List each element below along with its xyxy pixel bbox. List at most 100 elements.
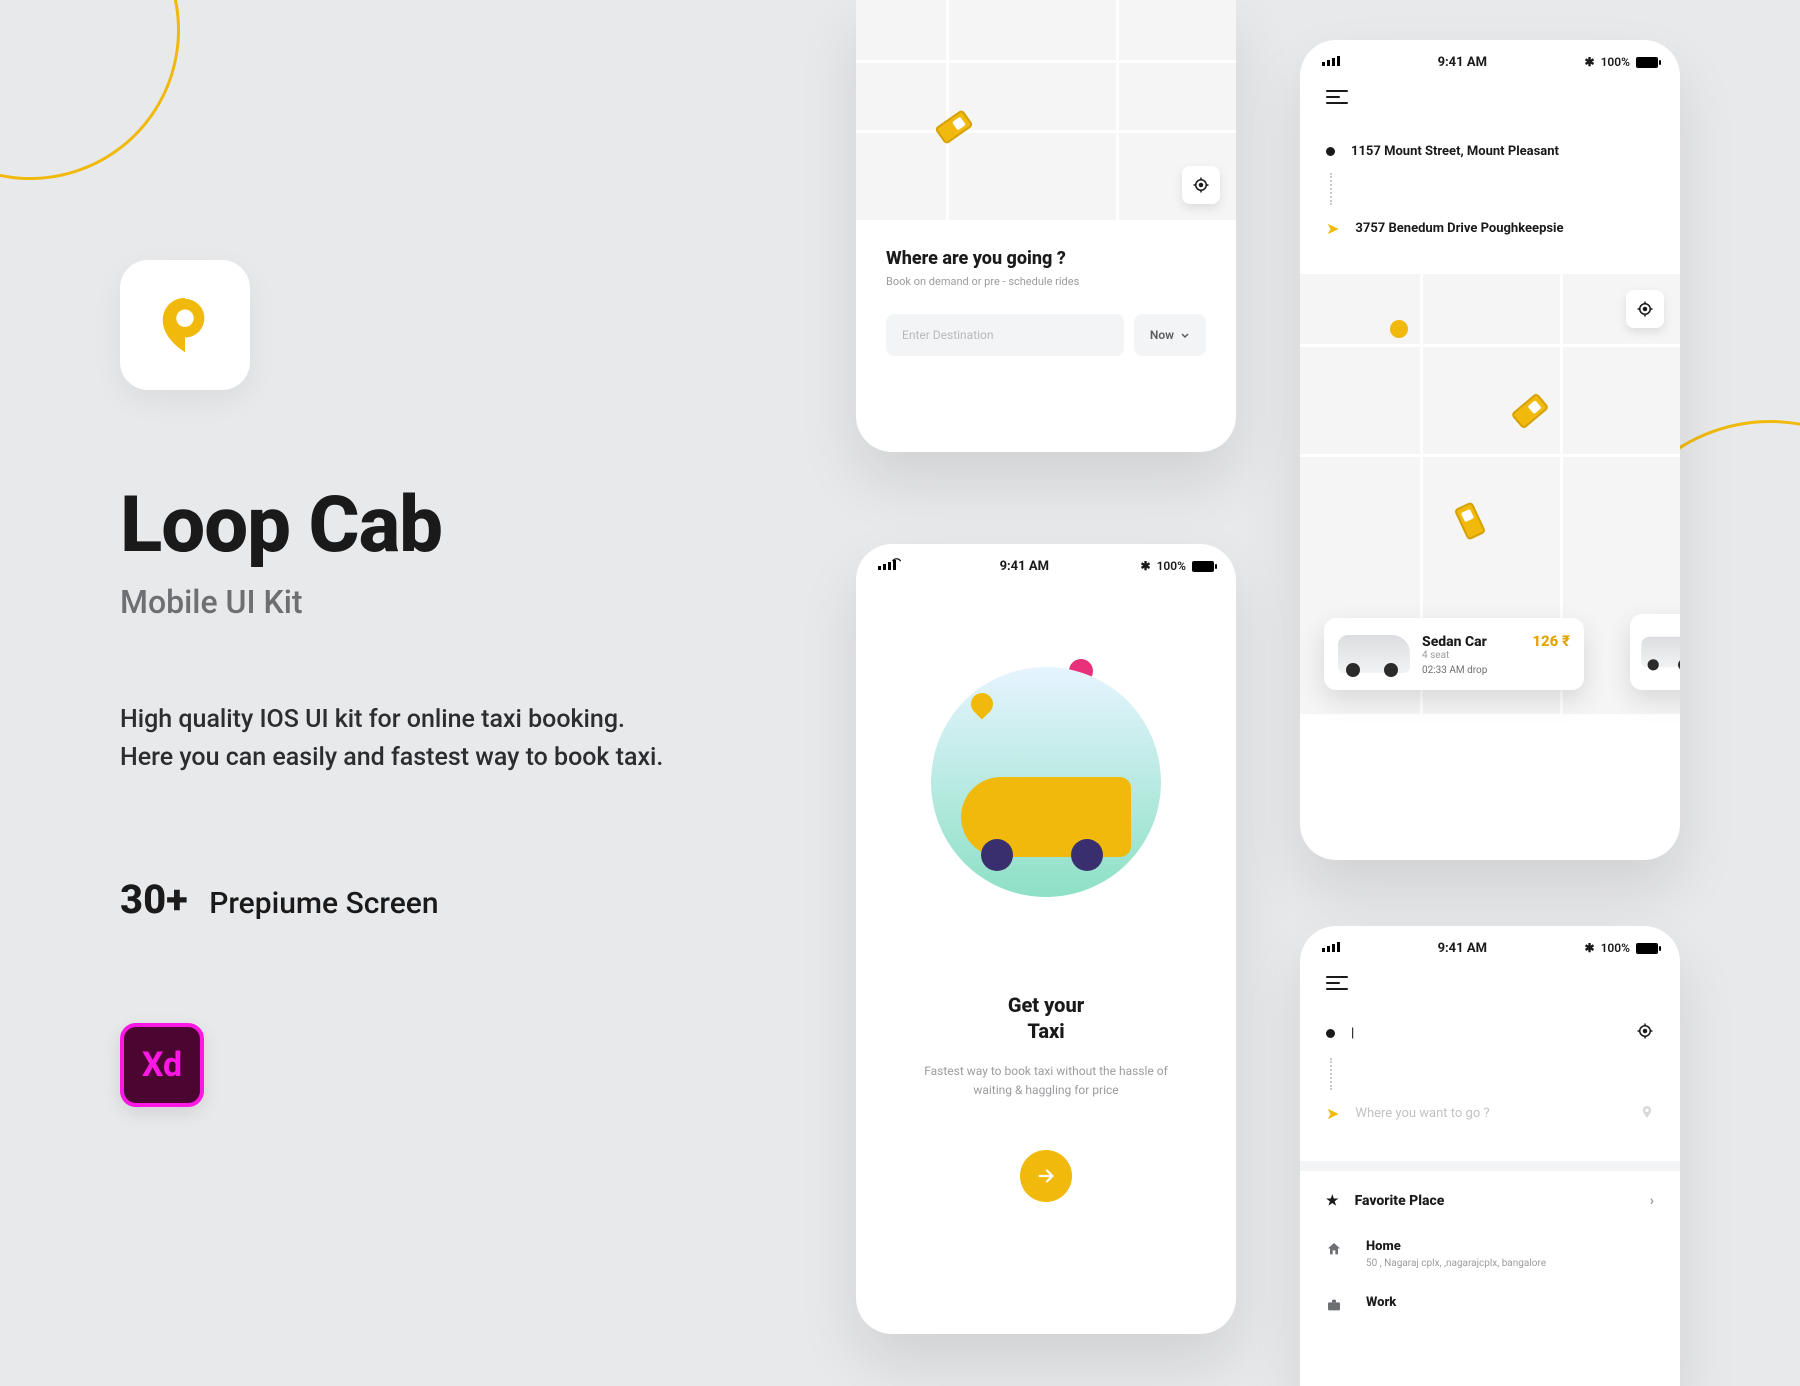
car-name: Sedan Car <box>1422 634 1487 650</box>
taxi-icon <box>934 109 973 145</box>
pin-yellow-icon <box>966 688 997 719</box>
product-subtitle: Mobile UI Kit <box>120 583 740 621</box>
product-title: Loop Cab <box>120 480 740 571</box>
place-address: 50 , Nagaraj cplx, ,nagarajcplx, bangalo… <box>1366 1258 1654 1269</box>
current-location-input[interactable]: | <box>1351 1026 1620 1041</box>
car-drop-time: 02:33 AM drop <box>1422 665 1570 676</box>
dot-icon <box>1326 147 1335 156</box>
hero-panel: Loop Cab Mobile UI Kit High quality IOS … <box>120 260 740 1107</box>
sheet-title: Where are you going ? <box>886 248 1206 269</box>
destination-row[interactable]: ➤ Where you want to go ? <box>1326 1090 1654 1137</box>
bluetooth-icon: ✱ <box>1585 941 1595 955</box>
battery-label: 100% <box>1601 55 1630 69</box>
battery-icon <box>1636 943 1658 954</box>
dot-icon <box>1326 1029 1335 1038</box>
crosshair-icon <box>1192 176 1210 194</box>
mockup-route-select: 9:41 AM ✱ 100% 1157 Mount Street, Mount … <box>1300 40 1680 860</box>
bluetooth-icon: ✱ <box>1141 559 1151 573</box>
navigation-arrow-icon: ➤ <box>1326 219 1339 238</box>
sheet-subtitle: Book on demand or pre - schedule rides <box>886 275 1206 288</box>
car-option-next[interactable] <box>1630 614 1680 690</box>
map-road <box>1300 344 1680 347</box>
arrow-right-icon <box>1035 1165 1057 1187</box>
onboarding-illustration <box>856 582 1236 942</box>
navigation-arrow-icon: ➤ <box>1326 1104 1339 1123</box>
next-button[interactable] <box>1020 1150 1072 1202</box>
screen-count-number: 30+ <box>120 876 188 923</box>
locate-button[interactable] <box>1182 166 1220 204</box>
onb-title-2: Taxi <box>1027 1019 1064 1043</box>
saved-place-home[interactable]: Home 50 , Nagaraj cplx, ,nagarajcplx, ba… <box>1300 1227 1680 1283</box>
product-description: High quality IOS UI kit for online taxi … <box>120 701 740 776</box>
search-block: | ➤ Where you want to go ? <box>1300 998 1680 1153</box>
map-road <box>856 60 1236 63</box>
desc-line-1: High quality IOS UI kit for online taxi … <box>120 705 625 734</box>
onboarding-title: Get your Taxi <box>856 992 1236 1044</box>
car-info: Sedan Car 126 ₹ 4 seat 02:33 AM drop <box>1422 632 1570 676</box>
pin-icon <box>1640 1104 1654 1123</box>
address-block: 1157 Mount Street, Mount Pleasant ➤ 3757… <box>1300 112 1680 274</box>
destination-input[interactable]: Enter Destination <box>886 314 1124 356</box>
dropoff-row[interactable]: ➤ 3757 Benedum Drive Poughkeepsie <box>1326 205 1654 252</box>
screen-count-label: Prepiume Screen <box>209 886 438 921</box>
status-bar: 9:41 AM ✱ 100% <box>1300 926 1680 964</box>
place-name: Work <box>1366 1295 1654 1310</box>
dropoff-text: 3757 Benedum Drive Poughkeepsie <box>1355 221 1563 236</box>
crosshair-icon <box>1636 300 1654 318</box>
battery-icon <box>1192 561 1214 572</box>
map-road <box>1116 0 1119 220</box>
car-option-card[interactable]: Sedan Car 126 ₹ 4 seat 02:33 AM drop <box>1324 618 1584 690</box>
chevron-right-icon: › <box>1650 1193 1654 1209</box>
pin-logo-icon <box>154 294 216 356</box>
signal-icon <box>1322 940 1340 956</box>
battery-icon <box>1636 57 1658 68</box>
saved-place-work[interactable]: Work <box>1300 1283 1680 1324</box>
chevron-down-icon <box>1180 330 1190 340</box>
route-line-icon <box>1330 1058 1332 1090</box>
now-label: Now <box>1150 328 1174 342</box>
screen-count: 30+ Prepiume Screen <box>120 876 740 923</box>
route-line-icon <box>1330 173 1332 205</box>
mockup-where-going: Where are you going ? Book on demand or … <box>856 0 1236 452</box>
taxi-icon <box>1511 392 1550 429</box>
schedule-now-button[interactable]: Now <box>1134 314 1206 356</box>
map-area[interactable] <box>856 0 1236 220</box>
menu-button[interactable] <box>1326 972 1348 994</box>
destination-input[interactable]: Where you want to go ? <box>1355 1106 1624 1121</box>
briefcase-icon <box>1326 1297 1342 1317</box>
xd-badge: Xd <box>120 1023 204 1107</box>
onb-title-1: Get your <box>1008 993 1084 1017</box>
battery-label: 100% <box>1157 559 1186 573</box>
place-name: Home <box>1366 1239 1654 1254</box>
home-icon <box>1326 1241 1342 1261</box>
car-thumbnail-icon <box>1641 637 1680 667</box>
car-seat: 4 seat <box>1422 650 1570 661</box>
decorative-arc-tl <box>0 0 204 204</box>
signal-icon <box>1322 54 1340 70</box>
star-icon: ★ <box>1326 1193 1339 1209</box>
status-right: ✱ 100% <box>1585 55 1658 69</box>
taxi-icon <box>1454 501 1486 540</box>
map-area[interactable]: Sedan Car 126 ₹ 4 seat 02:33 AM drop <box>1300 274 1680 714</box>
destination-sheet: Where are you going ? Book on demand or … <box>856 220 1236 386</box>
car-price: 126 ₹ <box>1532 632 1570 650</box>
mockup-search-destination: 9:41 AM ✱ 100% | ➤ Where you want to go … <box>1300 926 1680 1386</box>
signal-icon <box>878 558 908 574</box>
car-illustration-icon <box>961 777 1131 857</box>
crosshair-icon[interactable] <box>1636 1022 1654 1044</box>
pickup-text: 1157 Mount Street, Mount Pleasant <box>1351 144 1559 159</box>
mockup-onboarding: 9:41 AM ✱ 100% Get your Taxi Fastest way… <box>856 544 1236 1334</box>
status-right: ✱ 100% <box>1141 559 1214 573</box>
map-origin-icon <box>1390 320 1408 338</box>
clock-label: 9:41 AM <box>1438 55 1487 70</box>
status-bar: 9:41 AM ✱ 100% <box>1300 40 1680 78</box>
status-right: ✱ 100% <box>1585 941 1658 955</box>
current-location-row[interactable]: | <box>1326 1008 1654 1058</box>
map-road <box>1300 454 1680 457</box>
locate-button[interactable] <box>1626 290 1664 328</box>
pickup-row[interactable]: 1157 Mount Street, Mount Pleasant <box>1326 130 1654 173</box>
favorite-place-row[interactable]: ★ Favorite Place › <box>1300 1175 1680 1227</box>
clock-label: 9:41 AM <box>1000 559 1049 574</box>
bluetooth-icon: ✱ <box>1585 55 1595 69</box>
menu-button[interactable] <box>1326 86 1348 108</box>
